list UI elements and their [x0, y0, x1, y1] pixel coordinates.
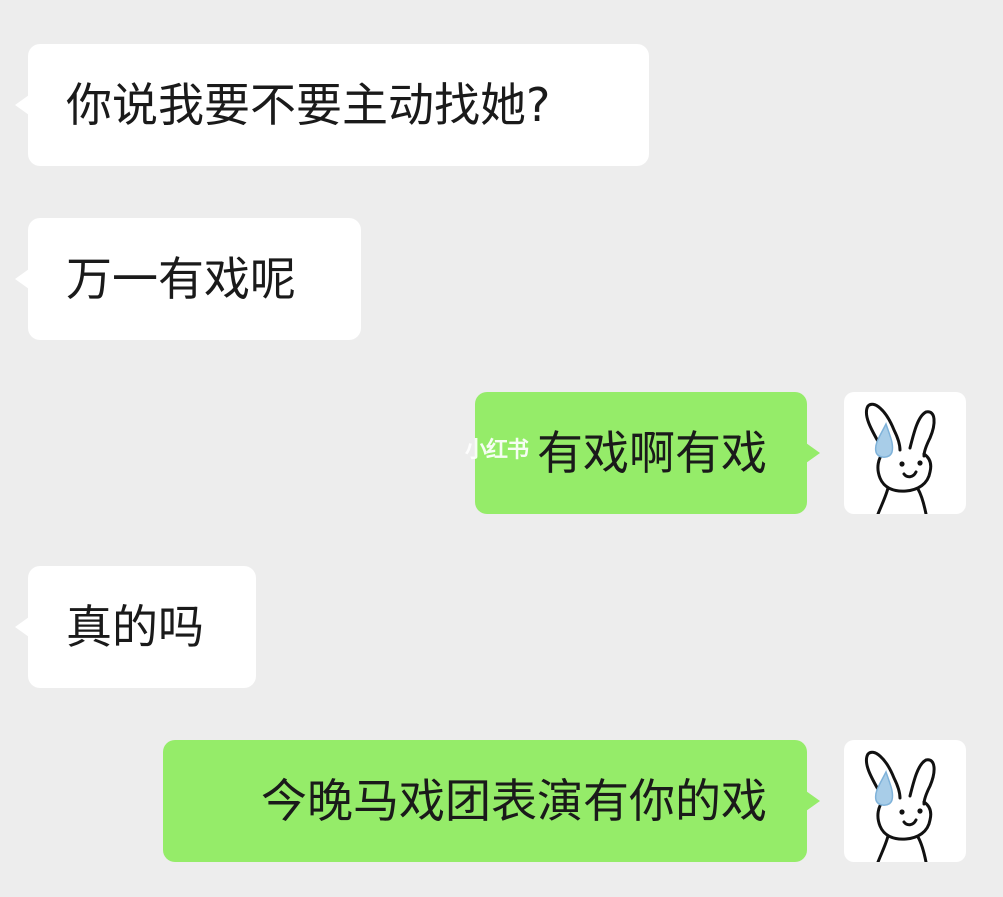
user-avatar[interactable]	[844, 392, 966, 514]
bubble-tail	[15, 617, 29, 637]
message-text: 万一有戏呢	[66, 252, 296, 306]
rabbit-sweat-avatar-icon	[865, 750, 936, 862]
message-text: 真的吗	[66, 600, 204, 654]
bubble-tail	[15, 269, 29, 289]
received-message-bubble[interactable]: 真的吗	[15, 566, 256, 688]
user-avatar[interactable]	[844, 740, 966, 862]
message-text: 你说我要不要主动找她?	[66, 78, 551, 132]
bubble-tail	[806, 791, 820, 811]
sent-message-bubble[interactable]: 今晚马戏团表演有你的戏	[163, 740, 820, 862]
bubble-tail	[15, 95, 29, 115]
message-text: 今晚马戏团表演有你的戏	[261, 774, 767, 828]
bubble-tail	[806, 443, 820, 463]
rabbit-sweat-avatar-icon	[865, 402, 936, 514]
received-message-bubble[interactable]: 万一有戏呢	[15, 218, 361, 340]
message-text: 有戏啊有戏	[537, 426, 767, 480]
received-message-bubble[interactable]: 你说我要不要主动找她?	[15, 44, 649, 166]
watermark: 小红书	[465, 437, 529, 462]
